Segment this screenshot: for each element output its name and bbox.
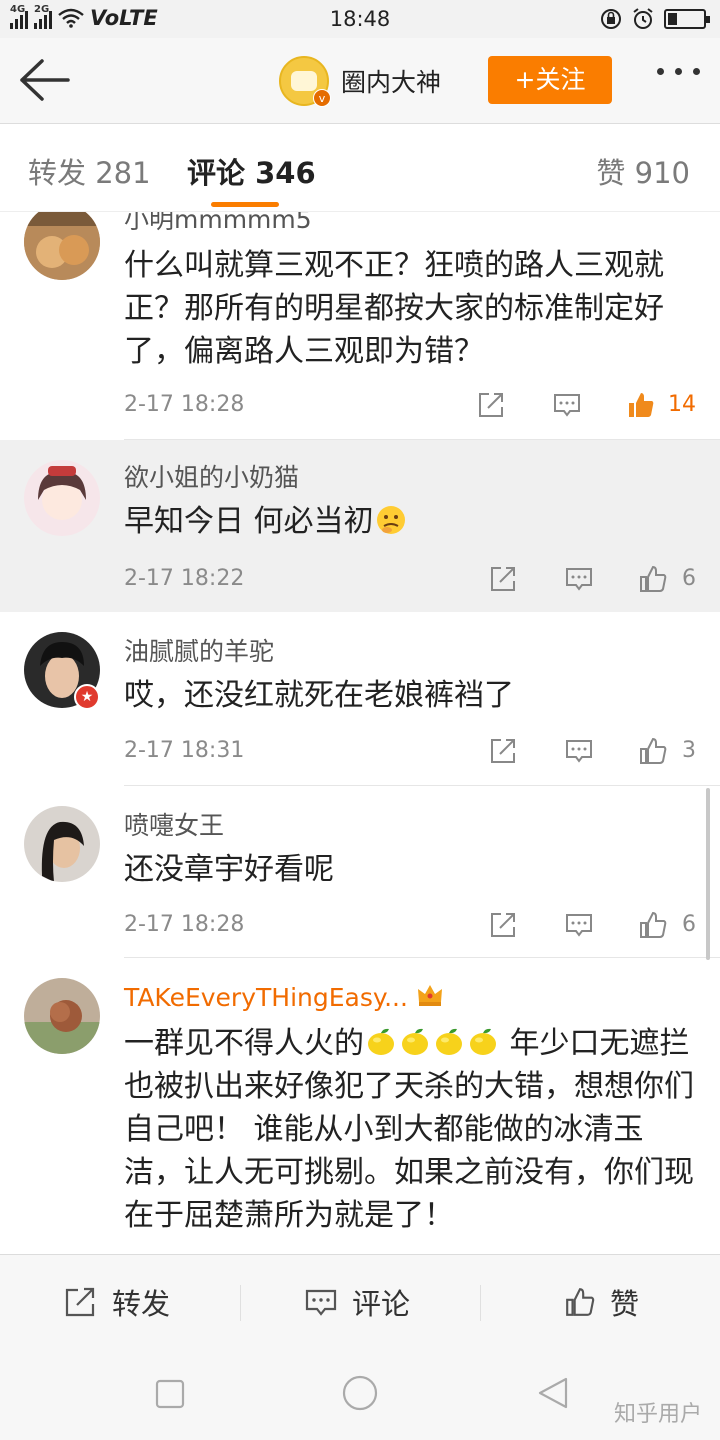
repost-label: 转发 xyxy=(112,1287,171,1321)
comment-icon[interactable] xyxy=(564,736,594,766)
comment-text: 哎，还没红就死在老娘裤裆了 xyxy=(124,678,514,713)
like-count: 6 xyxy=(682,566,696,591)
thumb-up-icon[interactable] xyxy=(626,390,656,420)
commenter-name[interactable]: 油腻腻的羊驼 xyxy=(124,632,274,668)
divider xyxy=(480,1285,481,1321)
comment-meta: 2-17 18:28 14 xyxy=(124,390,696,424)
comment-item: ★ 油腻腻的羊驼 哎，还没红就死在老娘裤裆了 2-17 18:31 3 xyxy=(0,612,720,786)
comment-time: 2-17 18:28 xyxy=(124,392,245,417)
lemon-emoji-icon xyxy=(470,1028,496,1055)
back-arrow-icon[interactable] xyxy=(18,58,70,102)
bottom-action-bar: 转发 评论 赞 xyxy=(0,1254,720,1348)
share-icon[interactable] xyxy=(476,390,506,420)
avatar[interactable] xyxy=(24,806,100,882)
comment-item: 小明mmmmm5 什么叫就算三观不正？狂喷的路人三观就正？那所有的明星都按大家的… xyxy=(0,212,720,440)
tab-comments[interactable]: 评论 346 xyxy=(187,150,316,192)
avatar[interactable] xyxy=(24,978,100,1054)
tab-bar: 转发 281 评论 346 赞 910 xyxy=(0,124,720,212)
comment-text: 还没章宇好看呢 xyxy=(124,852,334,887)
commenter-name[interactable]: TAKeEveryTHingEasy... xyxy=(124,982,444,1012)
crown-icon xyxy=(417,985,442,1006)
member-badge-icon: ★ xyxy=(74,684,100,710)
comment-text-before: 一群见不得人火的 xyxy=(124,1026,364,1061)
comment-list[interactable]: 小明mmmmm5 什么叫就算三观不正？狂喷的路人三观就正？那所有的明星都按大家的… xyxy=(0,212,720,1254)
comment-icon[interactable] xyxy=(564,910,594,940)
like-button[interactable]: 赞 xyxy=(564,1281,639,1323)
share-icon[interactable] xyxy=(488,564,518,594)
active-tab-indicator xyxy=(211,202,279,207)
divider xyxy=(240,1285,241,1321)
share-icon[interactable] xyxy=(488,736,518,766)
comment-text: 早知今日 何必当初 xyxy=(124,500,694,543)
tab-likes[interactable]: 赞 910 xyxy=(596,150,690,192)
thumb-up-icon[interactable] xyxy=(638,736,668,766)
comment-label: 评论 xyxy=(352,1287,411,1321)
top-header: v 圈内大神 +关注 xyxy=(0,38,720,124)
scrollbar[interactable] xyxy=(706,788,710,960)
rotation-lock-icon xyxy=(601,9,621,29)
repost-button[interactable]: 转发 xyxy=(64,1281,170,1323)
share-icon[interactable] xyxy=(488,910,518,940)
battery-icon xyxy=(664,9,710,29)
verified-badge-icon: v xyxy=(313,89,331,107)
author-name[interactable]: 圈内大神 xyxy=(341,63,441,99)
comment-text-content: 早知今日 何必当初 xyxy=(124,504,374,539)
thumb-up-icon xyxy=(566,1288,595,1316)
author-avatar[interactable]: v xyxy=(279,56,331,107)
comment-time: 2-17 18:28 xyxy=(124,912,245,937)
lemon-emoji-icon xyxy=(436,1028,462,1055)
thumb-up-icon[interactable] xyxy=(638,910,668,940)
thinking-emoji-icon xyxy=(376,506,405,534)
follow-button[interactable]: +关注 xyxy=(488,56,612,104)
alarm-icon xyxy=(633,8,653,29)
comment-text: 什么叫就算三观不正？狂喷的路人三观就正？那所有的明星都按大家的标准制定好了，偏离… xyxy=(124,248,664,369)
commenter-name[interactable]: 喷嚏女王 xyxy=(124,806,224,842)
lemon-emoji-icon xyxy=(368,1028,394,1055)
like-count: 14 xyxy=(668,392,696,417)
nav-square-icon[interactable] xyxy=(154,1378,186,1410)
comment-meta: 2-17 18:22 6 xyxy=(124,564,696,598)
comment-button[interactable]: 评论 xyxy=(304,1281,410,1323)
comment-icon xyxy=(305,1289,337,1316)
comment-text: 一群见不得人火的 年少口无遮拦也被扒出来好像犯了天杀的大错，想想你们自己吧！ 谁… xyxy=(124,1022,694,1237)
system-nav-bar: 知乎用户 xyxy=(0,1348,720,1440)
more-options-icon[interactable] xyxy=(657,68,700,75)
commenter-name[interactable]: 小明mmmmm5 xyxy=(124,212,312,236)
thumb-up-icon[interactable] xyxy=(638,564,668,594)
like-count: 6 xyxy=(682,912,696,937)
comment-time: 2-17 18:31 xyxy=(124,738,245,763)
watermark: 知乎用户 xyxy=(613,1402,702,1427)
nav-triangle-icon[interactable] xyxy=(536,1376,570,1410)
status-bar: 4G 2G VoLTE 18:48 xyxy=(0,0,720,38)
avatar[interactable] xyxy=(24,212,100,280)
lemon-emoji-icon xyxy=(402,1028,428,1055)
comment-icon[interactable] xyxy=(552,390,582,420)
like-label: 赞 xyxy=(610,1287,640,1321)
comment-item: 欲小姐的小奶猫 早知今日 何必当初 2-17 18:22 6 xyxy=(0,440,720,612)
comment-meta: 2-17 18:31 3 xyxy=(124,736,696,770)
comment-item: 喷嚏女王 还没章宇好看呢 2-17 18:28 6 xyxy=(0,786,720,958)
avatar[interactable] xyxy=(24,460,100,536)
tab-reposts[interactable]: 转发 281 xyxy=(28,150,151,192)
lemon-emoji-group xyxy=(364,1026,500,1061)
like-count: 3 xyxy=(682,738,696,763)
comment-meta: 2-17 18:28 6 xyxy=(124,910,696,944)
nav-circle-icon[interactable] xyxy=(341,1374,379,1412)
commenter-name[interactable]: 欲小姐的小奶猫 xyxy=(124,458,299,494)
comment-icon[interactable] xyxy=(564,564,594,594)
comment-time: 2-17 18:22 xyxy=(124,566,245,591)
share-icon xyxy=(65,1287,95,1317)
commenter-name-text: TAKeEveryTHingEasy... xyxy=(124,983,408,1012)
comment-item: TAKeEveryTHingEasy... 一群见不得人火的 年少口无遮拦也被扒… xyxy=(0,958,720,1254)
